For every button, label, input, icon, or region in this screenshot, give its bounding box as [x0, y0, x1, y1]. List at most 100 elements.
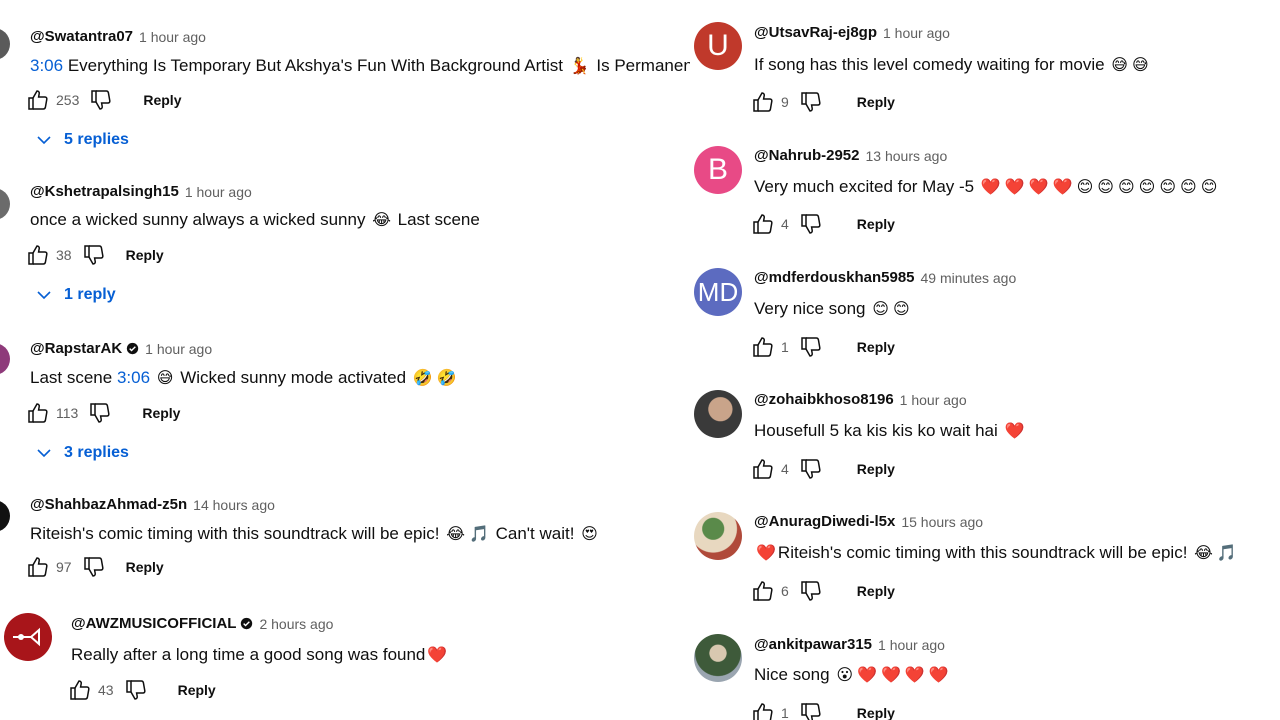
reply-button[interactable]: Reply [857, 94, 895, 110]
reply-button[interactable]: Reply [126, 247, 164, 263]
dislike-icon[interactable] [799, 90, 823, 114]
avatar[interactable]: MD [694, 268, 742, 316]
dislike-icon[interactable] [89, 88, 113, 112]
view-replies-button[interactable]: 1 reply [36, 286, 116, 304]
emoji-icon: 💃 [569, 58, 590, 75]
avatar[interactable] [694, 512, 742, 560]
emoji-icon: 😊 [892, 301, 910, 318]
left-comment-column: @Swatantra07 1 hour ago 3:06 Everything … [0, 0, 690, 720]
like-icon[interactable] [751, 701, 775, 720]
comment-time[interactable]: 15 hours ago [901, 514, 983, 530]
comment-text-segment: Last scene [30, 368, 117, 387]
like-icon[interactable] [68, 678, 92, 702]
reply-button[interactable]: Reply [857, 583, 895, 599]
comment-text-segment: Is Permanente [596, 56, 690, 75]
dislike-icon[interactable] [88, 401, 112, 425]
avatar[interactable]: B [694, 146, 742, 194]
comment-author[interactable]: @AWZMUSICOFFICIAL [71, 615, 236, 632]
reply-button[interactable]: Reply [857, 216, 895, 232]
dislike-icon[interactable] [82, 243, 106, 267]
like-count: 1 [781, 705, 789, 720]
dislike-icon[interactable] [799, 457, 823, 481]
comment-author[interactable]: @Swatantra07 [30, 28, 133, 45]
replies-count: 3 replies [64, 444, 129, 461]
like-count: 9 [781, 94, 789, 110]
comment-time[interactable]: 1 hour ago [878, 637, 945, 653]
like-count: 4 [781, 216, 789, 232]
avatar[interactable] [694, 634, 742, 682]
comment-time[interactable]: 14 hours ago [193, 497, 275, 513]
like-count: 6 [781, 583, 789, 599]
reply-button[interactable]: Reply [178, 682, 216, 698]
like-icon[interactable] [751, 457, 775, 481]
reply-button[interactable]: Reply [126, 559, 164, 575]
comment-time[interactable]: 1 hour ago [185, 184, 252, 200]
avatar[interactable] [0, 343, 10, 375]
avatar[interactable] [694, 390, 742, 438]
replies-count: 5 replies [64, 131, 129, 148]
avatar[interactable]: U [694, 22, 742, 70]
comment-time[interactable]: 1 hour ago [883, 25, 950, 41]
like-icon[interactable] [26, 243, 50, 267]
comment-author[interactable]: @zohaibkhoso8196 [754, 391, 894, 408]
emoji-icon: 😊 [1076, 179, 1094, 196]
like-icon[interactable] [26, 557, 50, 577]
like-icon[interactable] [751, 579, 775, 603]
comment-author[interactable]: @Kshetrapalsingh15 [30, 183, 179, 200]
dislike-icon[interactable] [124, 678, 148, 702]
avatar[interactable] [0, 500, 10, 532]
comment-time[interactable]: 2 hours ago [259, 616, 333, 632]
like-icon[interactable] [26, 88, 50, 112]
emoji-icon: ❤️ [904, 667, 925, 684]
chevron-down-icon [37, 136, 51, 145]
emoji-icon: 🤣 [412, 370, 433, 387]
comment-author[interactable]: @AnuragDiwedi-l5x [754, 513, 895, 530]
emoji-icon: 😂 [446, 526, 465, 543]
trumpet-logo-icon [13, 627, 40, 647]
reply-button[interactable]: Reply [142, 405, 180, 421]
right-comment-column: U @UtsavRaj-ej8gp 1 hour ago If song has… [690, 0, 1280, 720]
dislike-icon[interactable] [82, 557, 106, 577]
reply-button[interactable]: Reply [857, 339, 895, 355]
timestamp-link[interactable]: 3:06 [30, 56, 63, 75]
comment-author[interactable]: @Nahrub-2952 [754, 147, 860, 164]
chevron-down-icon [37, 291, 51, 300]
reply-button[interactable]: Reply [857, 705, 895, 720]
like-icon[interactable] [751, 90, 775, 114]
emoji-icon: 🤣 [436, 370, 457, 387]
like-icon[interactable] [751, 212, 775, 236]
reply-button[interactable]: Reply [857, 461, 895, 477]
comment-author[interactable]: @ShahbazAhmad-z5n [30, 496, 187, 513]
comment-time[interactable]: 1 hour ago [900, 392, 967, 408]
comment-text-segment: Housefull 5 ka kis kis ko wait hai [754, 421, 1003, 440]
emoji-icon: ❤️ [427, 647, 448, 664]
comment-time[interactable]: 1 hour ago [139, 29, 206, 45]
avatar[interactable] [0, 28, 10, 60]
emoji-icon: 🎵 [1216, 545, 1237, 562]
comment-time[interactable]: 13 hours ago [866, 148, 948, 164]
view-replies-button[interactable]: 5 replies [36, 131, 129, 149]
comment-time[interactable]: 49 minutes ago [921, 270, 1017, 286]
comment-time[interactable]: 1 hour ago [145, 341, 212, 357]
avatar[interactable] [4, 613, 52, 661]
comment-author[interactable]: @UtsavRaj-ej8gp [754, 24, 877, 41]
comment-text-segment: Can't wait! [490, 524, 580, 543]
emoji-icon: 😂 [1194, 545, 1213, 562]
dislike-icon[interactable] [799, 701, 823, 720]
comment-text: once a wicked sunny always a wicked sunn… [30, 210, 480, 230]
comment-author[interactable]: @mdferdouskhan5985 [754, 269, 915, 286]
comment-author[interactable]: @ankitpawar315 [754, 636, 872, 653]
comment-author[interactable]: @RapstarAK [30, 340, 122, 357]
emoji-icon: 😊 [872, 301, 889, 318]
like-icon[interactable] [751, 335, 775, 359]
dislike-icon[interactable] [799, 335, 823, 359]
timestamp-link[interactable]: 3:06 [117, 368, 150, 387]
view-replies-button[interactable]: 3 replies [36, 444, 129, 462]
avatar[interactable] [0, 188, 10, 220]
like-icon[interactable] [26, 401, 50, 425]
dislike-icon[interactable] [799, 212, 823, 236]
emoji-icon: ❤️ [880, 667, 901, 684]
dislike-icon[interactable] [799, 579, 823, 603]
reply-button[interactable]: Reply [143, 92, 181, 108]
emoji-icon: ❤️ [1004, 423, 1025, 440]
